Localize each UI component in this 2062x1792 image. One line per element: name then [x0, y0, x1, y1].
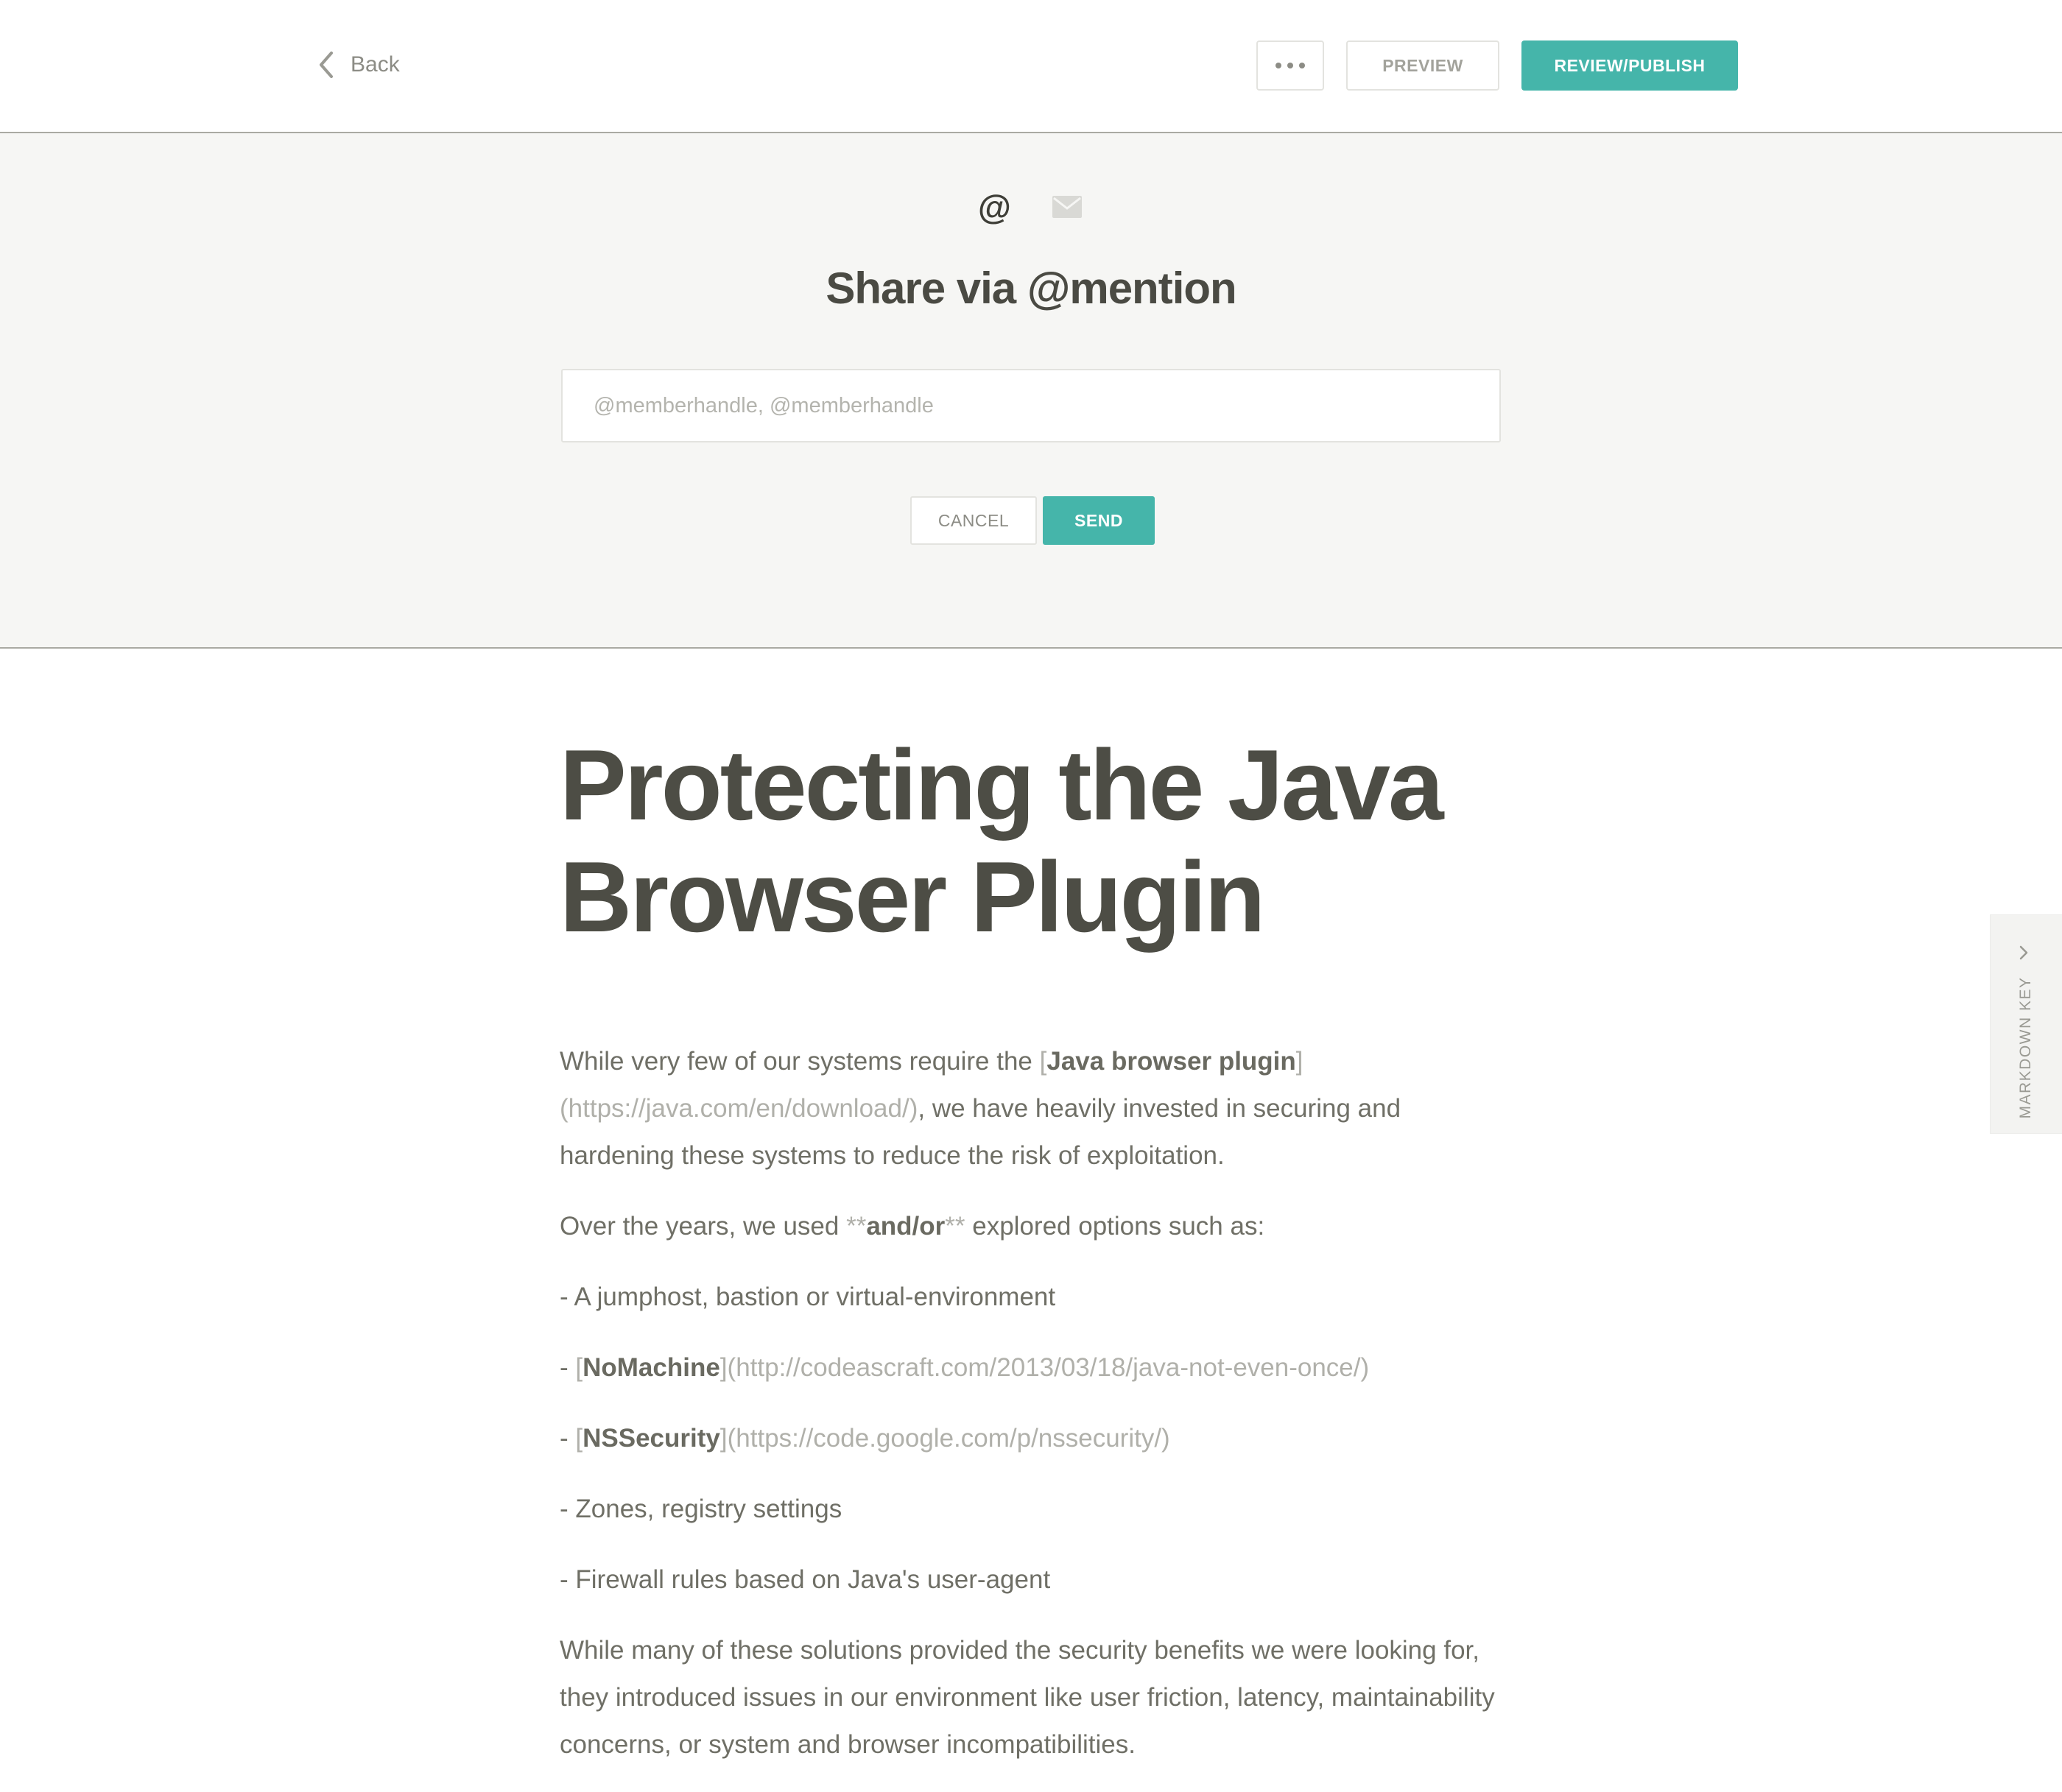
review-publish-button[interactable]: REVIEW/PUBLISH — [1521, 40, 1738, 91]
bold-text: and/or — [866, 1212, 946, 1241]
chevron-right-icon — [2019, 945, 2029, 964]
share-method-tabs: @ — [972, 186, 1090, 227]
list-item: - [NSSecurity](https://code.google.com/p… — [560, 1424, 1170, 1453]
share-title: Share via @mention — [826, 264, 1236, 313]
more-options-button[interactable] — [1256, 40, 1324, 91]
cancel-button[interactable]: CANCEL — [910, 496, 1037, 545]
document-title[interactable]: Protecting the Java Browser Plugin — [560, 729, 1517, 953]
bold-text: NSSecurity — [583, 1424, 720, 1453]
mail-icon[interactable] — [1052, 195, 1083, 222]
paragraph: Over the years, we used **and/or** explo… — [560, 1212, 1265, 1241]
markdown-key-tab[interactable]: MARKDOWN KEY — [1990, 914, 2062, 1134]
paragraph: While many of these solutions provided t… — [560, 1636, 1495, 1759]
markdown-key-label: MARKDOWN KEY — [2017, 976, 2034, 1119]
chevron-left-icon — [318, 50, 334, 80]
markdown-syntax: [ — [1039, 1047, 1047, 1076]
preview-button[interactable]: PREVIEW — [1346, 40, 1499, 91]
back-label: Back — [351, 52, 400, 77]
paragraph: While very few of our systems require th… — [560, 1047, 1401, 1170]
list-item: - Firewall rules based on Java's user-ag… — [560, 1565, 1051, 1594]
markdown-syntax: [ — [575, 1353, 583, 1382]
member-handle-input[interactable] — [561, 369, 1501, 442]
markdown-syntax: [ — [575, 1424, 583, 1453]
markdown-syntax: ** — [945, 1212, 965, 1241]
at-icon[interactable]: @ — [978, 186, 1011, 227]
list-item: - [NoMachine](http://codeascraft.com/201… — [560, 1353, 1370, 1382]
bold-text: NoMachine — [583, 1353, 720, 1382]
bold-text: Java browser plugin — [1046, 1047, 1296, 1076]
markdown-syntax: ** — [846, 1212, 867, 1241]
send-button[interactable]: SEND — [1043, 496, 1155, 545]
markdown-link: ](http://codeascraft.com/2013/03/18/java… — [719, 1353, 1370, 1382]
markdown-link: ](https://code.google.com/p/nssecurity/) — [719, 1424, 1170, 1453]
list-item: - A jumphost, bastion or virtual-environ… — [560, 1283, 1056, 1311]
top-toolbar: Back PREVIEW REVIEW/PUBLISH — [0, 0, 2062, 133]
more-dots-icon — [1275, 63, 1305, 68]
back-button[interactable]: Back — [318, 50, 400, 80]
document-body[interactable]: While very few of our systems require th… — [560, 1038, 1517, 1792]
list-item: - Zones, registry settings — [560, 1495, 842, 1523]
share-panel: @ Share via @mention CANCEL SEND — [0, 133, 2062, 649]
